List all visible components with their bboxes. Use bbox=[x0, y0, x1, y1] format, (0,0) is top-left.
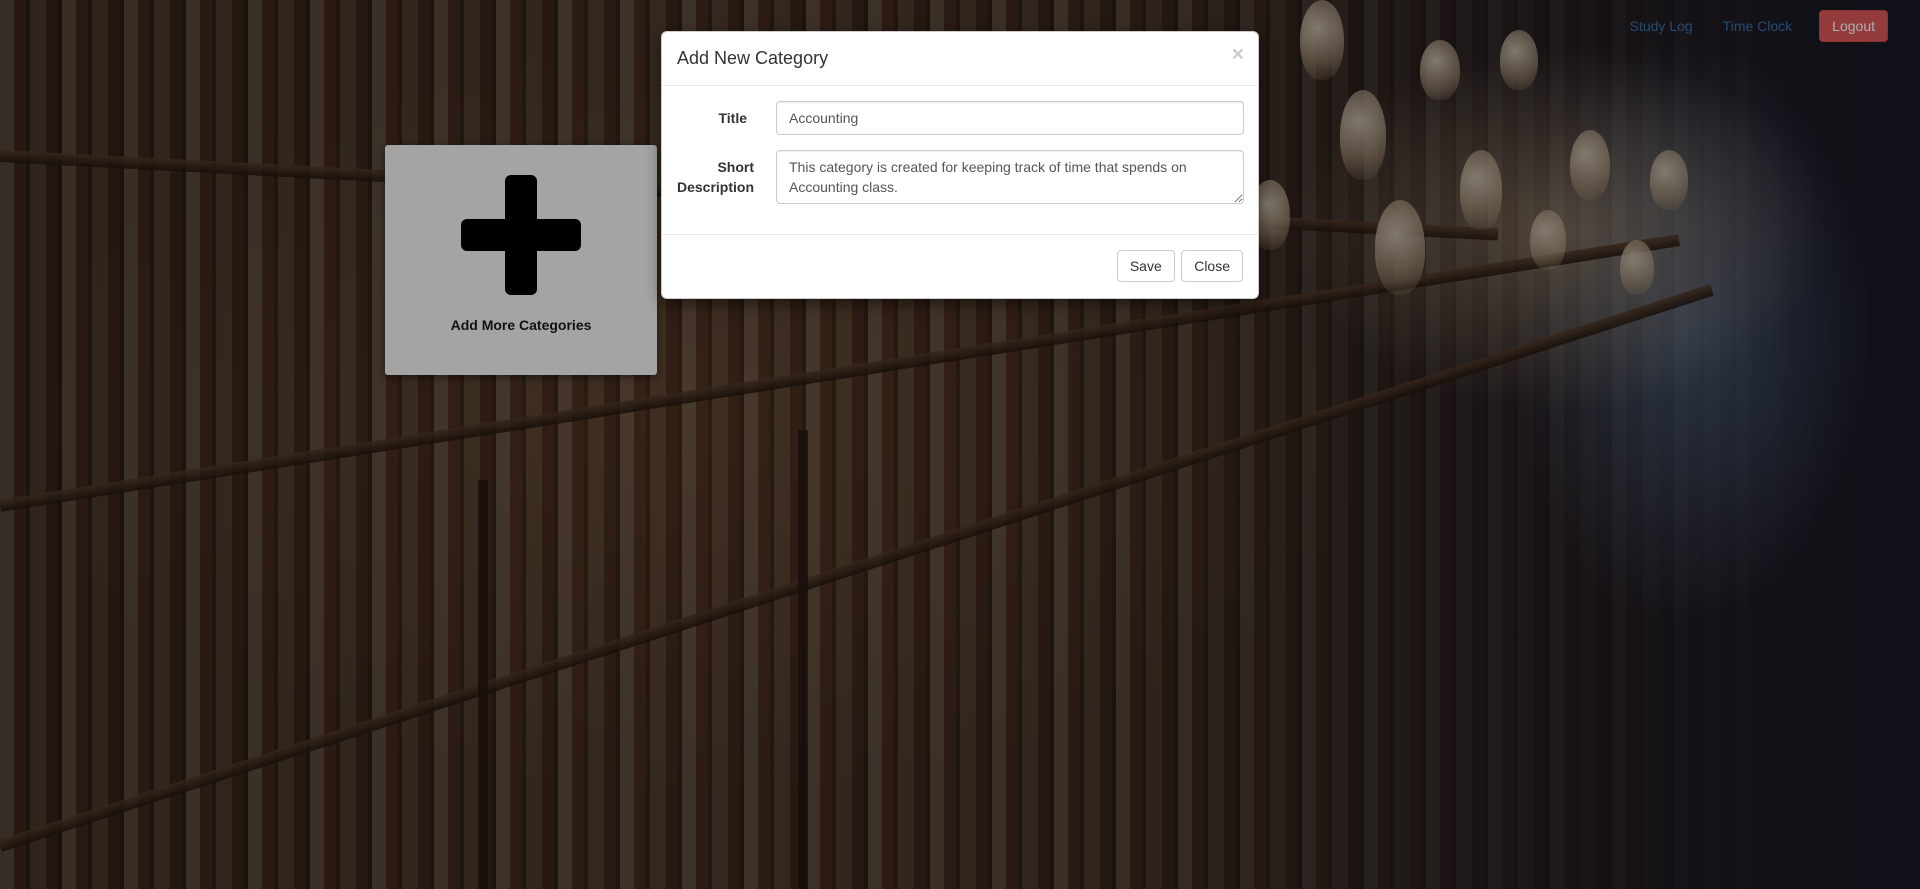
nav-link-time-clock[interactable]: Time Clock bbox=[1708, 10, 1808, 42]
plus-icon bbox=[461, 175, 581, 295]
close-button[interactable]: Close bbox=[1181, 250, 1243, 282]
modal-body: Title Short Description This category is… bbox=[662, 86, 1258, 235]
save-button[interactable]: Save bbox=[1116, 250, 1175, 282]
description-label: Short Description bbox=[662, 157, 754, 197]
logout-button[interactable]: Logout bbox=[1819, 10, 1888, 42]
add-category-modal: Add New Category × Title Short Descripti… bbox=[661, 31, 1259, 299]
modal-title: Add New Category bbox=[677, 48, 829, 68]
close-icon[interactable]: × bbox=[1232, 44, 1244, 65]
title-input[interactable] bbox=[776, 101, 1244, 135]
add-category-label: Add More Categories bbox=[450, 317, 592, 333]
title-label: Title bbox=[718, 110, 747, 126]
add-category-card[interactable]: Add More Categories bbox=[385, 145, 657, 375]
description-textarea[interactable]: This category is created for keeping tra… bbox=[776, 150, 1244, 204]
modal-header: Add New Category × bbox=[662, 32, 1258, 86]
top-navbar: Study Log Time Clock Logout bbox=[1615, 10, 1888, 42]
description-label-line2: Description bbox=[676, 179, 754, 195]
modal-footer: Save Close bbox=[662, 235, 1258, 298]
nav-link-study-log[interactable]: Study Log bbox=[1615, 10, 1708, 42]
description-label-line1: Short bbox=[717, 159, 754, 175]
